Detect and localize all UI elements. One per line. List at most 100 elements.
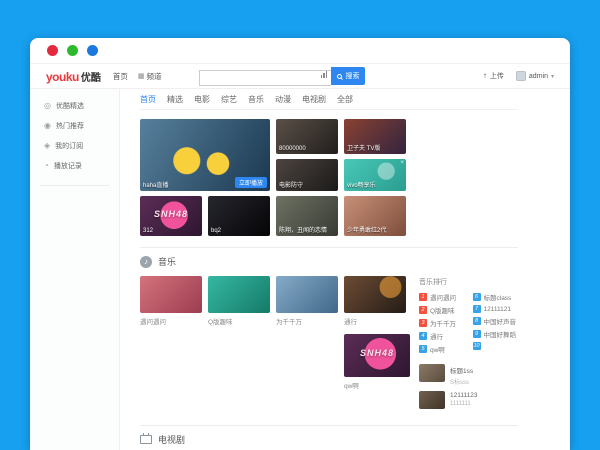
list-item[interactable]: 12111123 1111111 — [419, 391, 518, 409]
upload-link[interactable]: ↑ 上传 — [483, 71, 504, 81]
ranking-item[interactable]: 5 qw啊 — [419, 344, 465, 354]
hero-video-thumbnail[interactable]: haha直播 立即播放 — [140, 119, 270, 191]
site-header: youku优酷 首页 ▦ 频道 搜索 ↑ 上传 — [30, 64, 570, 89]
section-divider — [140, 247, 518, 248]
video-thumbnail[interactable]: 卫子夫 TV版 — [344, 119, 406, 154]
rank-badge: 5 — [419, 345, 427, 353]
video-thumbnail[interactable]: SNH48 — [344, 334, 410, 377]
tv-section-title: 电视剧 — [158, 433, 185, 446]
sidebar-item[interactable]: ◔ 播放记录 — [30, 156, 119, 176]
video-thumbnail[interactable]: 陈翔，丑闻的恋情 — [276, 196, 338, 236]
video-thumbnail[interactable] — [140, 276, 202, 313]
sidebar-item-label: 我的订阅 — [55, 141, 83, 151]
category-tab[interactable]: 综艺 — [221, 94, 237, 105]
list-item-title: 标题1ss — [450, 365, 473, 375]
video-thumbnail[interactable]: bq2 — [208, 196, 270, 236]
search-button[interactable]: 搜索 — [331, 67, 365, 85]
ranking-item[interactable]: 8 中国好声音 — [473, 316, 519, 326]
video-thumbnail[interactable] — [344, 276, 406, 313]
rank-badge: 7 — [473, 305, 481, 313]
rank-label: 中国好声音 — [484, 316, 517, 326]
youku-logo[interactable]: youku优酷 — [46, 69, 101, 84]
category-tab[interactable]: 首页 — [140, 94, 156, 105]
music-video-card[interactable]: 通行 — [344, 276, 406, 326]
video-thumbnail[interactable]: 少年勇敢红2代 — [344, 196, 406, 236]
thumbnail-caption: 陈翔，丑闻的恋情 — [279, 225, 327, 234]
rank-label: 12111121 — [484, 306, 511, 313]
video-thumbnail[interactable] — [208, 276, 270, 313]
thumbnail-caption: 少年勇敢红2代 — [347, 225, 386, 234]
category-tab[interactable]: 音乐 — [248, 94, 264, 105]
ranking-item[interactable]: 7 12111121 — [473, 305, 519, 313]
search-input[interactable] — [199, 70, 331, 86]
video-thumbnail[interactable]: SNH48 312 — [140, 196, 202, 236]
music-video-card[interactable]: SNH48 qw啊 — [344, 334, 410, 390]
rank-label: qw啊 — [430, 344, 445, 354]
rank-label: Q版趣味 — [430, 305, 455, 315]
sidebar-divider — [40, 185, 109, 186]
thumbnail-caption: vivo畅享乐 — [347, 180, 376, 189]
history-clock-icon: ◔ — [44, 162, 49, 170]
ranking-item[interactable]: 1 遇问遇问 — [419, 292, 465, 302]
ranking-item[interactable]: 2 Q版趣味 — [419, 305, 465, 315]
play-now-badge[interactable]: 立即播放 — [235, 177, 267, 188]
nav-home-link[interactable]: 首页 — [113, 71, 128, 82]
thumbnail-caption: haha直播 — [143, 180, 168, 189]
list-item[interactable]: 标题1ss S标sss — [419, 364, 518, 386]
nav-channel-link[interactable]: ▦ 频道 — [138, 71, 162, 82]
video-thumbnail[interactable]: vivo畅享乐 × — [344, 159, 406, 191]
ranking-item[interactable]: 4 通行 — [419, 331, 465, 341]
video-title: 遇问遇问 — [140, 316, 202, 326]
close-ad-icon[interactable]: × — [400, 160, 404, 166]
tv-section-header: 电视剧 — [140, 433, 518, 446]
upload-icon: ↑ — [483, 72, 487, 80]
rank-badge: 9 — [473, 330, 481, 338]
rank-label: 中国好舞蹈 — [484, 329, 517, 339]
trending-chart-icon[interactable] — [321, 71, 328, 78]
music-ranking-right: 6 标题class 7 12111121 8 中国好声音 9 中国好舞蹈 — [473, 292, 519, 357]
avatar — [516, 71, 526, 81]
music-video-card[interactable]: 为千千万 — [276, 276, 338, 326]
window-zoom-button[interactable] — [87, 45, 98, 56]
sidebar-item[interactable]: ◈ 我的订阅 — [30, 136, 119, 156]
rank-label: 通行 — [430, 331, 443, 341]
category-tab[interactable]: 全部 — [337, 94, 353, 105]
music-thumbs: 遇问遇问 Q版趣味 为千千万 — [140, 276, 406, 326]
ranking-item[interactable]: 3 为千千万 — [419, 318, 465, 328]
music-video-card[interactable]: Q版趣味 — [208, 276, 270, 326]
video-thumbnail — [419, 364, 445, 382]
tv-icon — [140, 435, 152, 444]
magnifier-icon — [337, 74, 342, 79]
category-tab[interactable]: 精选 — [167, 94, 183, 105]
sidebar: ◎ 优酷精选 ◉ 热门推荐 ◈ 我的订阅 ◔ — [30, 89, 120, 450]
window-close-button[interactable] — [47, 45, 58, 56]
section-divider — [140, 425, 518, 426]
thumbnail-caption: 卫子夫 TV版 — [347, 143, 380, 152]
category-tab[interactable]: 电影 — [194, 94, 210, 105]
video-thumbnail[interactable]: 80000000 — [276, 119, 338, 154]
window-minimize-button[interactable] — [67, 45, 78, 56]
ranking-item[interactable]: 10 — [473, 342, 519, 350]
rank-badge: 4 — [419, 332, 427, 340]
browser-window: youku优酷 首页 ▦ 频道 搜索 ↑ 上传 — [30, 38, 570, 450]
ranking-item[interactable]: 6 标题class — [473, 292, 519, 302]
video-thumbnail[interactable] — [276, 276, 338, 313]
category-tab[interactable]: 动漫 — [275, 94, 291, 105]
music-video-card[interactable]: 遇问遇问 — [140, 276, 202, 326]
sidebar-item-label: 优酷精选 — [56, 101, 84, 111]
search-bar: 搜索 — [199, 66, 365, 86]
category-tab[interactable]: 电视剧 — [302, 94, 326, 105]
list-item-title: 12111123 — [450, 392, 477, 399]
music-section-title: 音乐 — [158, 255, 176, 268]
video-title: Q版趣味 — [208, 316, 270, 326]
ranking-item[interactable]: 9 中国好舞蹈 — [473, 329, 519, 339]
eye-icon: ◉ — [44, 122, 51, 130]
sidebar-item[interactable]: ◎ 优酷精选 — [30, 96, 119, 116]
user-menu[interactable]: admin ▾ — [516, 71, 554, 81]
logo-text-cn: 优酷 — [81, 69, 101, 84]
sidebar-item[interactable]: ◉ 热门推荐 — [30, 116, 119, 136]
music-section: 遇问遇问 Q版趣味 为千千万 — [140, 276, 518, 414]
music-mini-list: 标题1ss S标sss 12111123 1111111 — [419, 364, 518, 409]
content: 首页精选电影综艺音乐动漫电视剧全部 haha直播 立即播放 80000000 — [120, 89, 570, 450]
video-thumbnail[interactable]: 电影防守 — [276, 159, 338, 191]
